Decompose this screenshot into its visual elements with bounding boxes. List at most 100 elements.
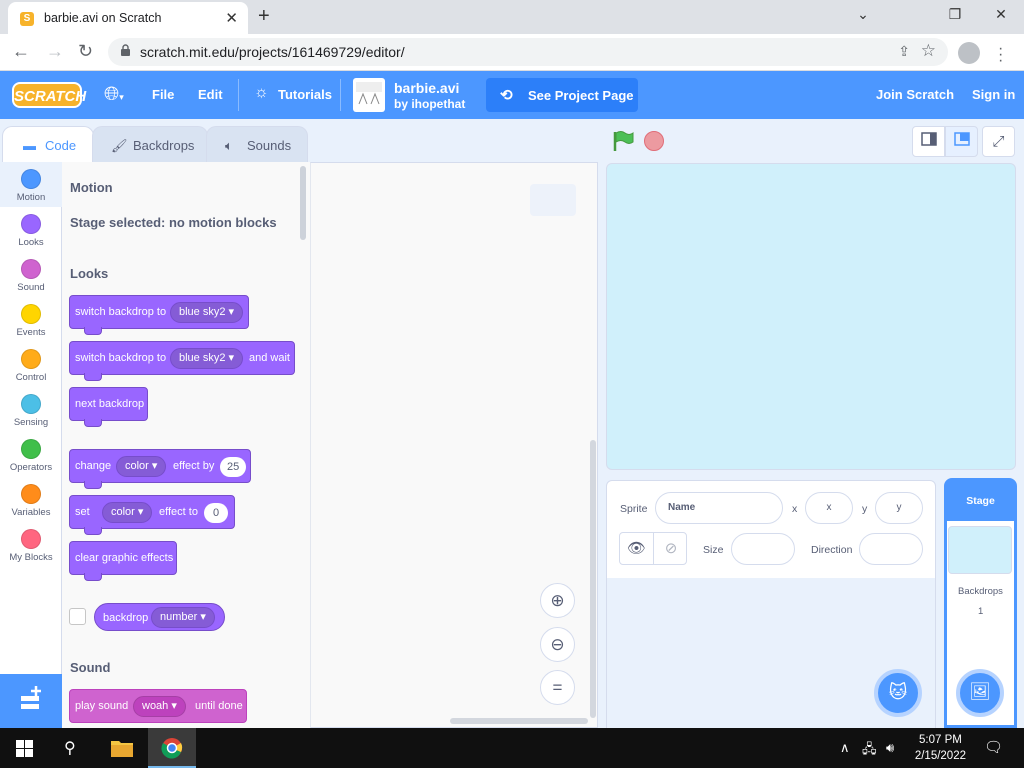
tab-code-label: Code [45,138,77,153]
add-extension-icon [21,686,41,709]
sign-in-link[interactable]: Sign in [972,87,1015,102]
menubar-divider [238,79,239,111]
browser-menu-icon[interactable]: · · · [998,41,1003,69]
sprite-name-input[interactable]: Name [655,492,783,524]
add-extension-button[interactable] [0,674,62,728]
category-label: Motion [16,192,46,203]
file-menu[interactable]: File [152,87,174,102]
add-backdrop-button[interactable]: 🖼︎ [956,669,1004,717]
search-icon[interactable]: ⚲ [64,738,76,758]
play-sound-until-done-block[interactable]: play sound woah ▾ until done [69,689,247,723]
category-looks[interactable]: Looks [0,207,62,252]
see-project-page-button[interactable]: ⟲ See Project Page [486,78,638,112]
address-bar[interactable]: scratch.mit.edu/projects/161469729/edito… [108,38,948,66]
category-my-blocks[interactable]: My Blocks [0,522,62,567]
share-icon[interactable]: ⇪ [898,43,910,60]
set-effect-block[interactable]: set color ▾ effect to 0 [69,495,235,535]
switch-backdrop-and-wait-block[interactable]: switch backdrop to blue sky2 ▾ and wait [69,341,295,381]
tab-code[interactable]: ▬ Code [2,126,94,163]
add-sprite-button[interactable]: 🐱︎ [874,669,922,717]
edit-menu[interactable]: Edit [198,87,223,102]
next-backdrop-block[interactable]: next backdrop [69,387,148,427]
profile-avatar-icon[interactable] [958,42,980,64]
category-variables[interactable]: Variables [0,477,62,522]
notifications-icon[interactable]: 🗨︎ [984,738,1003,756]
x-input[interactable]: x [805,492,853,524]
zoom-in-button[interactable]: ⊕ [540,583,575,618]
no-motion-blocks-note: Stage selected: no motion blocks [70,215,277,230]
bookmark-star-icon[interactable]: ☆ [921,41,936,61]
see-project-page-label: See Project Page [528,88,634,103]
tab-backdrops[interactable]: 🖌︎ Backdrops [92,126,208,163]
chrome-taskbar-button[interactable] [148,728,196,768]
y-input[interactable]: y [875,492,923,524]
zoom-out-button[interactable]: ⊖ [540,627,575,662]
project-thumbnail[interactable] [353,78,385,112]
new-tab-button[interactable]: + [258,5,270,28]
script-area-vertical-scrollbar[interactable] [590,440,596,718]
category-operators[interactable]: Operators [0,432,62,477]
tutorials-button[interactable]: Tutorials [278,87,332,102]
url-text: scratch.mit.edu/projects/161469729/edito… [140,44,405,60]
effect-amount-input[interactable]: 25 [220,457,247,477]
backdrop-number-checkbox[interactable] [69,608,86,625]
script-area-horizontal-scrollbar[interactable] [450,718,588,724]
normal-stage-button[interactable] [945,126,978,157]
effect-dropdown[interactable]: color ▾ [102,502,153,523]
network-icon[interactable]: 🖧︎ [862,740,877,762]
category-label: Variables [11,507,51,518]
close-window-button[interactable]: ✕ [978,6,1024,23]
green-flag-icon[interactable] [612,130,634,152]
variables-dot-icon [21,484,41,504]
palette-scrollbar[interactable] [300,166,306,240]
language-globe-icon[interactable]: 🌐︎▾ [104,84,124,106]
category-control[interactable]: Control [0,342,62,387]
system-clock[interactable]: 5:07 PM 2/15/2022 [915,732,966,764]
sound-dropdown[interactable]: woah ▾ [133,696,186,717]
volume-icon[interactable]: 🔊︎ [886,740,894,756]
category-sound[interactable]: Sound [0,252,62,297]
direction-label: Direction [811,544,853,556]
category-sensing[interactable]: Sensing [0,387,62,432]
category-events[interactable]: Events [0,297,62,342]
zoom-reset-button[interactable]: = [540,670,575,705]
forward-arrow-icon[interactable]: → [46,41,64,62]
restore-window-button[interactable]: ❐ [932,6,978,23]
backdrop-dropdown[interactable]: blue sky2 ▾ [170,348,244,369]
block-text: clear graphic effects [75,552,174,564]
backdrop-dropdown[interactable]: blue sky2 ▾ [170,302,244,323]
dropdown-value: woah [142,700,169,712]
stage-canvas[interactable] [606,163,1016,470]
fullscreen-button[interactable]: ⤢ [982,126,1015,157]
show-eye-icon[interactable]: 👁︎ [620,533,654,564]
effect-value-input[interactable]: 0 [204,503,228,523]
size-input[interactable] [731,533,795,565]
change-effect-block[interactable]: change color ▾ effect by 25 [69,449,251,489]
back-arrow-icon[interactable]: ← [12,41,30,62]
reload-icon[interactable]: ↻ [78,41,93,62]
tutorials-bulb-icon[interactable]: ☼ [254,84,269,102]
effect-dropdown[interactable]: color ▾ [116,456,167,477]
direction-input[interactable] [859,533,923,565]
windows-start-icon[interactable] [16,740,33,757]
minimize-window-button[interactable]: ⌄ [840,6,886,23]
scratch-logo[interactable]: SCRATCH [12,82,86,108]
block-text: until done [195,700,243,712]
tab-sounds-label: Sounds [247,138,292,153]
category-motion[interactable]: Motion [0,162,62,207]
tab-close-icon[interactable]: ✕ [225,9,238,27]
tray-chevron-icon[interactable]: ∧ [840,740,850,756]
backdrop-number-reporter[interactable]: backdrop number ▾ [94,603,225,631]
control-dot-icon [21,349,41,369]
clear-graphic-effects-block[interactable]: clear graphic effects [69,541,177,581]
backdrop-property-dropdown[interactable]: number ▾ [151,607,215,628]
browser-tab[interactable]: S barbie.avi on Scratch ✕ [8,2,248,34]
tab-sounds[interactable]: 🔈︎ Sounds [206,126,308,163]
normal-stage-icon [953,132,970,146]
switch-backdrop-block[interactable]: switch backdrop to blue sky2 ▾ [69,295,249,335]
file-explorer-icon[interactable] [110,738,134,758]
stop-icon[interactable] [644,131,664,151]
join-scratch-link[interactable]: Join Scratch [876,87,954,102]
hide-eye-icon[interactable]: ⊘ [654,533,688,564]
small-stage-button[interactable] [912,126,945,157]
